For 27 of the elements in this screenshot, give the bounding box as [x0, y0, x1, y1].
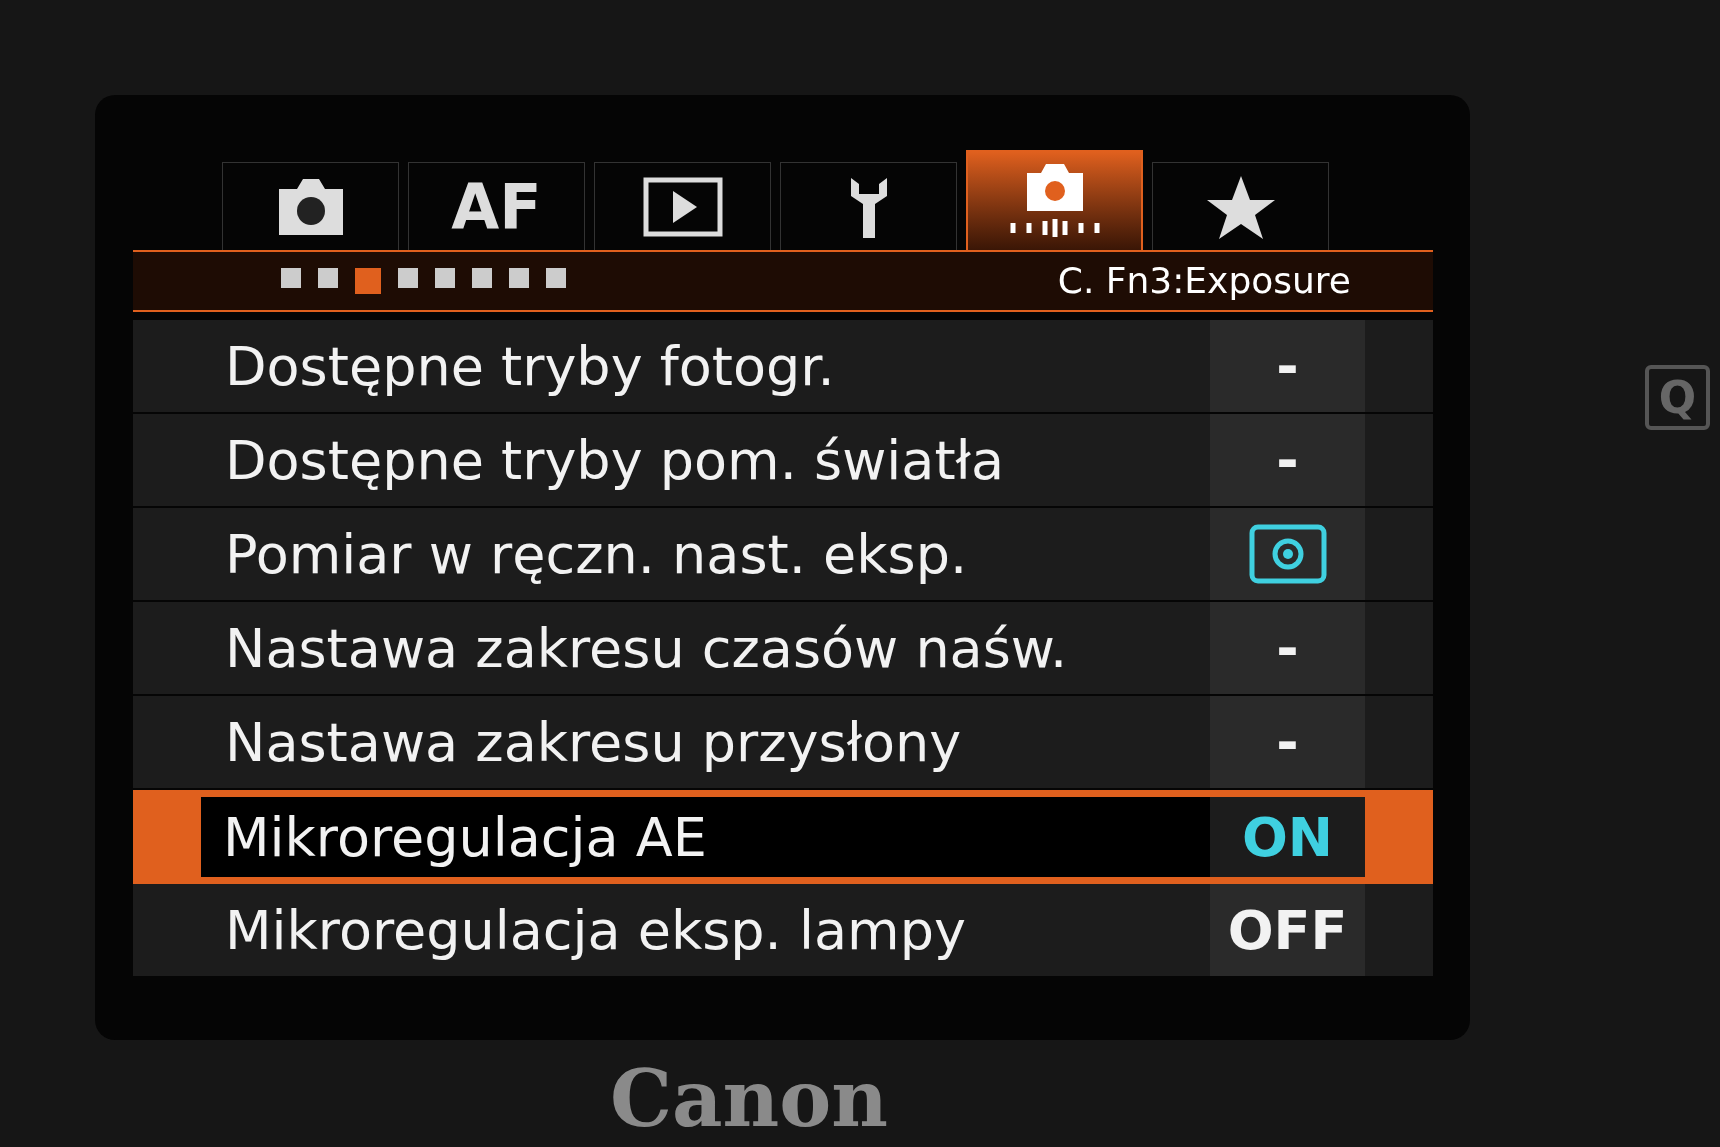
- setting-value: -: [1276, 615, 1299, 682]
- setting-label: Pomiar w ręczn. nast. eksp.: [225, 521, 969, 588]
- menu-row[interactable]: Mikroregulacja AE ON: [133, 790, 1433, 884]
- menu-tab[interactable]: [966, 150, 1143, 250]
- setting-value: -: [1276, 709, 1299, 776]
- brand-logo: Canon: [610, 1060, 889, 1138]
- menu-tab[interactable]: [594, 162, 771, 250]
- menu-tab[interactable]: [222, 162, 399, 250]
- setting-label: Nastawa zakresu przysłony: [225, 709, 963, 776]
- setting-label: Mikroregulacja eksp. lampy: [225, 897, 967, 964]
- setting-label: Dostępne tryby fotogr.: [225, 333, 836, 400]
- menu-row[interactable]: Nastawa zakresu czasów naśw. -: [133, 602, 1433, 696]
- menu-row[interactable]: Pomiar w ręczn. nast. eksp.: [133, 508, 1433, 602]
- setting-value: -: [1276, 427, 1299, 494]
- setting-value: OFF: [1227, 897, 1348, 964]
- menu-row[interactable]: Mikroregulacja eksp. lampy OFF: [133, 884, 1433, 978]
- setting-value: -: [1276, 333, 1299, 400]
- menu-row[interactable]: Nastawa zakresu przysłony -: [133, 696, 1433, 790]
- section-title: C. Fn3:Exposure: [1057, 259, 1351, 303]
- menu-row[interactable]: Dostępne tryby pom. światła -: [133, 414, 1433, 508]
- play-icon: [642, 176, 723, 237]
- setting-label: Mikroregulacja AE: [223, 804, 708, 871]
- setting-label: Dostępne tryby pom. światła: [225, 427, 1006, 494]
- setting-value: ON: [1241, 804, 1334, 871]
- menu-tab[interactable]: [1152, 162, 1329, 250]
- menu-row[interactable]: Dostępne tryby fotogr. -: [133, 320, 1433, 414]
- setting-label: Nastawa zakresu czasów naśw.: [225, 615, 1069, 682]
